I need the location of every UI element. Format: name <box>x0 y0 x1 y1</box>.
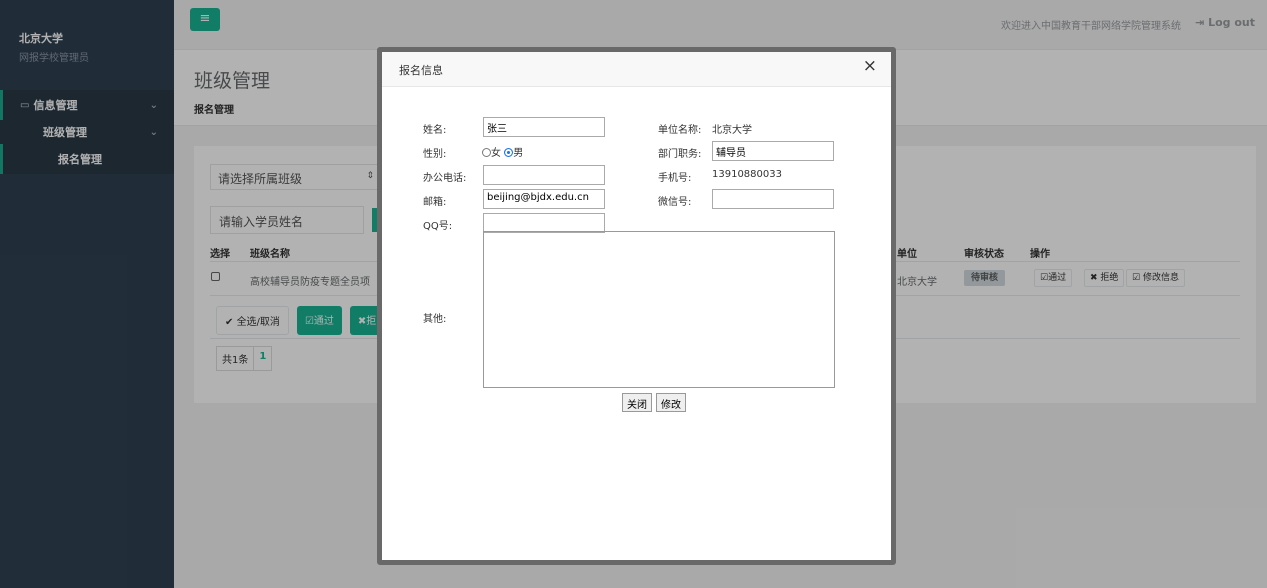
modal-title: 报名信息 <box>399 64 443 77</box>
close-button[interactable]: 关闭 <box>622 393 652 412</box>
signup-info-modal: 报名信息 × 姓名: 张三 性别: 女 男 办公电话: 邮箱: beijing@… <box>377 47 896 565</box>
mobile-label: 手机号: <box>658 173 692 184</box>
office-phone-field[interactable] <box>483 165 605 185</box>
modal-header: 报名信息 × <box>382 52 891 87</box>
gender-female-label: 女 <box>491 148 501 159</box>
office-phone-label: 办公电话: <box>423 173 467 184</box>
name-field[interactable]: 张三 <box>483 117 605 137</box>
dept-label: 部门职务: <box>658 149 702 160</box>
other-label: 其他: <box>423 314 447 325</box>
name-label: 姓名: <box>423 125 447 136</box>
wechat-label: 微信号: <box>658 197 692 208</box>
modify-button[interactable]: 修改 <box>656 393 686 412</box>
gender-male-label: 男 <box>513 148 524 159</box>
unit-value: 北京大学 <box>712 125 752 136</box>
other-textarea[interactable] <box>483 231 835 388</box>
email-field[interactable]: beijing@bjdx.edu.cn <box>483 189 605 209</box>
wechat-field[interactable] <box>712 189 834 209</box>
gender-male-radio[interactable] <box>504 148 514 157</box>
gender-label: 性别: <box>423 149 447 160</box>
qq-label: QQ号: <box>423 221 453 232</box>
mobile-value: 13910880033 <box>712 169 782 180</box>
gender-female-radio[interactable] <box>482 148 491 157</box>
close-icon[interactable]: × <box>863 58 877 75</box>
gender-radio-group: 女 男 <box>482 144 523 159</box>
qq-field[interactable] <box>483 213 605 233</box>
dept-field[interactable]: 辅导员 <box>712 141 834 161</box>
email-label: 邮箱: <box>423 197 447 208</box>
unit-label: 单位名称: <box>658 125 702 136</box>
